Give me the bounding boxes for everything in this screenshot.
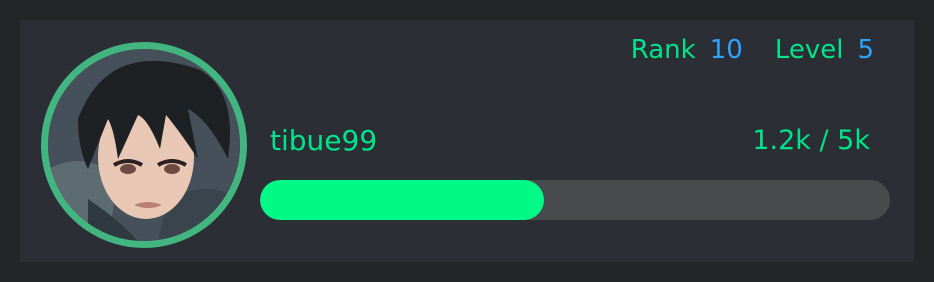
rank-value: 10 (709, 35, 743, 65)
xp-progress-fill (260, 180, 544, 220)
xp-progress-text: 1.2k / 5k (752, 125, 870, 156)
rank-label: Rank (630, 35, 696, 65)
level-label: Level (774, 35, 844, 65)
avatar-image (48, 49, 240, 241)
xp-progress-bar (260, 180, 890, 220)
username: tibue99 (270, 124, 378, 157)
rank-card: Rank 10 Level 5 tibue99 1.2k / 5k (20, 20, 914, 262)
avatar[interactable] (48, 49, 240, 241)
level-value: 5 (857, 35, 874, 65)
rank-level-stats: Rank 10 Level 5 (631, 32, 874, 68)
avatar-ring (41, 42, 247, 248)
